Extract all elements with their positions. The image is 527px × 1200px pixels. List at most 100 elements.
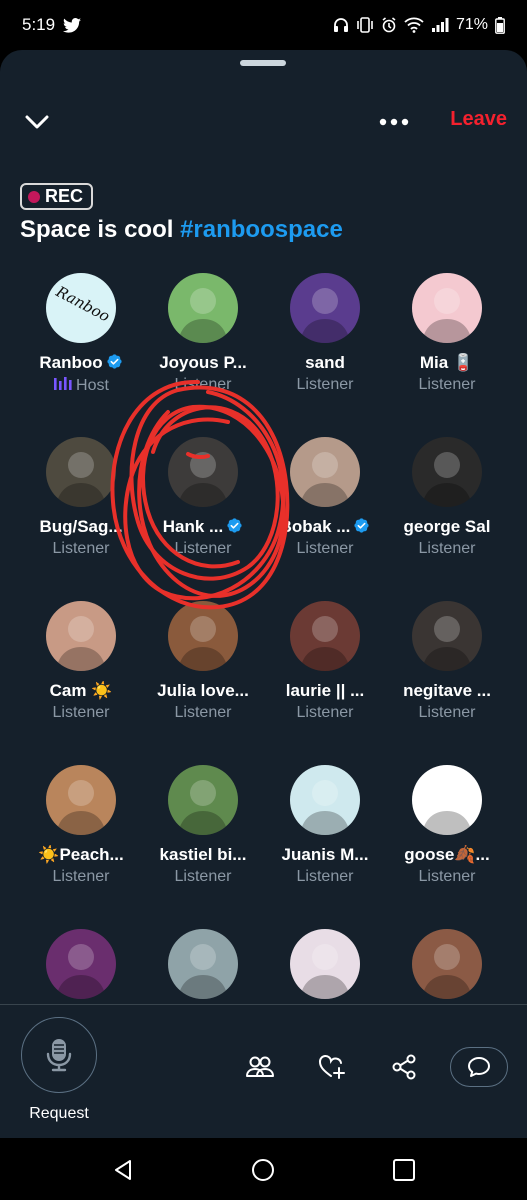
participant-card[interactable]: Ranboo Ranboo Host: [20, 273, 142, 433]
avatar[interactable]: [412, 601, 482, 671]
avatar[interactable]: [168, 601, 238, 671]
status-time: 5:19: [22, 15, 56, 34]
participant-name: Mia 🪫: [386, 353, 508, 373]
participant-card[interactable]: george Sal Listener: [386, 437, 508, 597]
avatar-silhouette-icon: [422, 780, 472, 835]
verified-badge-icon: [227, 518, 242, 533]
chevron-down-icon[interactable]: [22, 108, 52, 136]
back-icon[interactable]: [110, 1156, 138, 1184]
participant-card[interactable]: Bug/Sag... Listener: [20, 437, 142, 597]
avatar[interactable]: [290, 437, 360, 507]
avatar-silhouette-icon: [178, 616, 228, 671]
participant-card[interactable]: Joyous P... Listener: [142, 273, 264, 433]
avatar[interactable]: [412, 437, 482, 507]
participant-card[interactable]: Mia 🪫 Listener: [386, 273, 508, 433]
avatar[interactable]: [290, 273, 360, 343]
participant-name: ☀️Peach...: [20, 845, 142, 865]
space-hashtag[interactable]: #ranboospace: [180, 216, 343, 243]
avatar-silhouette-icon: [178, 452, 228, 507]
participant-role: Listener: [386, 376, 508, 394]
participant-role: Listener: [142, 868, 264, 886]
participant-card[interactable]: Julia love... Listener: [142, 601, 264, 761]
space-topbar: Leave: [0, 106, 527, 138]
avatar[interactable]: [168, 273, 238, 343]
participant-name: negitave ...: [386, 681, 508, 701]
participant-card[interactable]: goose🍂... Listener: [386, 765, 508, 925]
participant-card[interactable]: ☀️Peach... Listener: [20, 765, 142, 925]
participant-role-text: Listener: [296, 704, 354, 721]
participant-name: kastiel bi...: [142, 845, 264, 865]
participant-name: Julia love...: [142, 681, 264, 701]
participant-role: Listener: [142, 540, 264, 558]
more-icon[interactable]: [378, 112, 410, 132]
avatar-silhouette-icon: [300, 452, 350, 507]
space-title-text: Space is cool: [20, 216, 181, 243]
avatar-silhouette-icon: [56, 944, 106, 999]
participant-name-text: Mia 🪫: [419, 353, 475, 372]
avatar[interactable]: [412, 929, 482, 999]
participant-role-text: Listener: [418, 540, 476, 557]
avatar[interactable]: [412, 273, 482, 343]
avatar[interactable]: [46, 929, 116, 999]
participant-card[interactable]: Hank ... Listener: [142, 437, 264, 597]
avatar[interactable]: [168, 929, 238, 999]
share-button[interactable]: [388, 1051, 420, 1083]
avatar-silhouette-icon: [178, 944, 228, 999]
avatar[interactable]: [290, 601, 360, 671]
avatar[interactable]: [46, 437, 116, 507]
participant-name-text: george Sal: [403, 517, 491, 536]
participant-name-text: Joyous P...: [159, 353, 247, 372]
avatar-silhouette-icon: [422, 944, 472, 999]
participant-role-text: Listener: [174, 376, 232, 393]
participant-name-text: Hank ...: [162, 517, 224, 536]
participant-card[interactable]: sand Listener: [264, 273, 386, 433]
participant-role-text: Listener: [418, 868, 476, 885]
participant-name-text: ☀️Peach...: [38, 845, 124, 864]
leave-button[interactable]: Leave: [450, 108, 507, 131]
request-mic-button[interactable]: [21, 1017, 97, 1093]
drag-handle[interactable]: [240, 60, 286, 66]
verified-badge-icon: [354, 518, 370, 533]
participant-role-text: Listener: [52, 540, 110, 557]
chat-button[interactable]: [450, 1047, 508, 1087]
participant-role: Listener: [20, 704, 142, 722]
people-button[interactable]: [244, 1051, 276, 1083]
participant-card[interactable]: Juanis M... Listener: [264, 765, 386, 925]
chat-bubble-icon: [468, 1057, 490, 1077]
space-sheet: Leave REC Space is cool #ranboospace Ran…: [0, 50, 527, 1138]
avatar[interactable]: [290, 929, 360, 999]
participant-name: Cam ☀️: [20, 681, 142, 701]
microphone-icon: [46, 1039, 72, 1072]
avatar-silhouette-icon: [422, 616, 472, 671]
avatar[interactable]: [168, 765, 238, 835]
participant-card[interactable]: Bobak ... Listener: [264, 437, 386, 597]
participant-role: Listener: [386, 704, 508, 722]
avatar-silhouette-icon: [178, 288, 228, 343]
avatar[interactable]: [46, 765, 116, 835]
participant-role-text: Listener: [174, 868, 232, 885]
battery-icon: [495, 16, 505, 34]
avatar[interactable]: Ranboo: [46, 273, 116, 343]
participant-name: Bobak ...: [264, 517, 386, 537]
avatar[interactable]: [168, 437, 238, 507]
participant-role: Listener: [264, 376, 386, 394]
avatar-silhouette-icon: [300, 288, 350, 343]
participant-role: Listener: [142, 704, 264, 722]
react-button[interactable]: [316, 1051, 348, 1083]
participant-card[interactable]: Cam ☀️ Listener: [20, 601, 142, 761]
record-dot-icon: [28, 190, 40, 203]
avatar-silhouette-icon: [56, 452, 106, 507]
twitter-icon: [63, 17, 82, 33]
recents-icon[interactable]: [390, 1156, 418, 1184]
participant-name: Joyous P...: [142, 353, 264, 373]
avatar[interactable]: [46, 601, 116, 671]
participant-card[interactable]: laurie || ... Listener: [264, 601, 386, 761]
avatar-silhouette-icon: [300, 616, 350, 671]
request-label: Request: [29, 1105, 89, 1122]
participant-card[interactable]: negitave ... Listener: [386, 601, 508, 761]
avatar-silhouette-icon: [300, 944, 350, 999]
avatar[interactable]: [290, 765, 360, 835]
participant-card[interactable]: kastiel bi... Listener: [142, 765, 264, 925]
avatar[interactable]: [412, 765, 482, 835]
home-icon[interactable]: [249, 1156, 277, 1184]
